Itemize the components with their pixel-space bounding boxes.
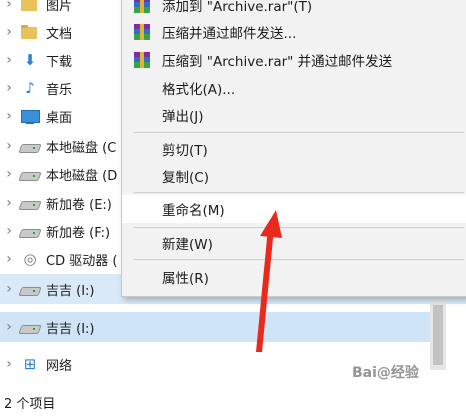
nav-item-cd-drive[interactable]: › ◎ CD 驱动器 ( — [0, 245, 117, 273]
chevron-right-icon[interactable]: › — [0, 166, 18, 182]
menu-item-label: 剪切(T) — [162, 143, 208, 159]
nav-item-label: CD 驱动器 ( — [46, 253, 118, 269]
chevron-right-icon[interactable]: › — [0, 356, 18, 372]
winrar-icon — [132, 23, 154, 41]
menu-item-new[interactable]: 新建(W) — [122, 229, 466, 257]
nav-item-label: 本地磁盘 (C — [46, 140, 117, 156]
nav-item-label: 新加卷 (F:) — [46, 225, 111, 241]
usb-drive-icon — [20, 281, 40, 297]
context-menu: 添加到 "Archive.rar"(T) 压缩并通过邮件发送... 压缩到 "A… — [121, 0, 466, 297]
chevron-right-icon[interactable]: › — [0, 223, 18, 239]
local-disk-icon — [20, 166, 40, 182]
documents-folder-icon — [20, 24, 40, 40]
menu-item-label: 压缩到 "Archive.rar" 并通过邮件发送 — [162, 54, 393, 70]
nav-item-label: 网络 — [46, 358, 73, 374]
cd-drive-icon: ◎ — [23, 250, 37, 268]
menu-item-label: 属性(R) — [162, 271, 209, 287]
drive-icon — [20, 223, 40, 239]
chevron-right-icon[interactable]: › — [0, 80, 18, 96]
nav-item-volume-f[interactable]: › 新加卷 (F:) — [0, 217, 110, 245]
winrar-icon — [132, 51, 154, 69]
network-icon: ⊞ — [23, 355, 37, 373]
chevron-right-icon[interactable]: › — [0, 52, 18, 68]
nav-item-usb-i-lower[interactable]: › 吉吉 (I:) — [0, 313, 95, 341]
menu-item-properties[interactable]: 属性(R) — [122, 263, 466, 291]
menu-separator — [134, 227, 464, 228]
nav-item-desktop[interactable]: › 桌面 — [0, 102, 72, 130]
menu-item-label: 弹出(J) — [162, 109, 204, 125]
nav-item-volume-e[interactable]: › 新加卷 (E:) — [0, 189, 112, 217]
scrollbar-thumb[interactable] — [433, 305, 443, 365]
nav-item-documents[interactable]: › 文档 — [0, 18, 72, 46]
menu-item-label: 复制(C) — [162, 170, 209, 186]
menu-separator — [134, 259, 464, 260]
chevron-right-icon[interactable]: › — [0, 108, 18, 124]
chevron-right-icon[interactable]: › — [0, 251, 18, 267]
chevron-right-icon[interactable]: › — [0, 281, 18, 297]
usb-drive-icon — [20, 319, 40, 335]
menu-item-compress-and-email[interactable]: 压缩并通过邮件发送... — [122, 18, 466, 46]
nav-item-pictures[interactable]: › 图片 — [0, 0, 72, 18]
nav-item-local-disk-d[interactable]: › 本地磁盘 (D — [0, 160, 117, 188]
drive-icon — [20, 195, 40, 211]
nav-item-label: 吉吉 (I:) — [46, 321, 95, 337]
menu-item-rename[interactable]: 重命名(M) — [122, 195, 466, 223]
chevron-right-icon[interactable]: › — [0, 195, 18, 211]
menu-separator — [134, 192, 464, 193]
nav-item-label: 本地磁盘 (D — [46, 168, 118, 184]
nav-item-label: 下载 — [46, 54, 73, 70]
pictures-folder-icon — [20, 0, 40, 12]
chevron-right-icon[interactable]: › — [0, 0, 18, 12]
nav-item-usb-i[interactable]: › 吉吉 (I:) — [0, 275, 95, 303]
nav-item-label: 吉吉 (I:) — [46, 283, 95, 299]
local-disk-icon — [20, 138, 40, 154]
status-bar-item-count: 2 个项目 — [4, 388, 55, 416]
menu-item-eject[interactable]: 弹出(J) — [122, 101, 466, 129]
nav-item-downloads[interactable]: › ⬇ 下载 — [0, 46, 72, 74]
chevron-right-icon[interactable]: › — [0, 138, 18, 154]
chevron-right-icon[interactable]: › — [0, 319, 18, 335]
chevron-right-icon[interactable]: › — [0, 24, 18, 40]
nav-item-local-disk-c[interactable]: › 本地磁盘 (C — [0, 132, 116, 160]
menu-item-label: 格式化(A)... — [162, 82, 236, 98]
menu-item-label: 重命名(M) — [162, 203, 225, 219]
status-text: 2 个项目 — [4, 396, 56, 412]
nav-item-music[interactable]: › ♪ 音乐 — [0, 74, 72, 102]
menu-item-copy[interactable]: 复制(C) — [122, 162, 466, 190]
menu-item-label: 新建(W) — [162, 237, 213, 253]
nav-item-label: 新加卷 (E:) — [46, 197, 112, 213]
desktop-icon — [20, 108, 40, 124]
watermark: Bai@经验 — [352, 365, 419, 381]
menu-item-add-to-archive[interactable]: 添加到 "Archive.rar"(T) — [122, 0, 466, 19]
menu-item-label: 添加到 "Archive.rar"(T) — [162, 0, 313, 15]
menu-item-compress-to-archive-and-email[interactable]: 压缩到 "Archive.rar" 并通过邮件发送 — [122, 46, 466, 74]
download-arrow-icon: ⬇ — [23, 51, 37, 69]
menu-separator — [134, 132, 464, 133]
nav-item-label: 桌面 — [46, 110, 73, 126]
menu-item-format[interactable]: 格式化(A)... — [122, 74, 466, 102]
menu-item-cut[interactable]: 剪切(T) — [122, 135, 466, 163]
nav-item-label: 文档 — [46, 26, 73, 42]
menu-item-label: 压缩并通过邮件发送... — [162, 26, 297, 42]
nav-item-label: 图片 — [46, 0, 73, 14]
music-note-icon: ♪ — [25, 79, 35, 97]
nav-item-network[interactable]: › ⊞ 网络 — [0, 350, 72, 378]
nav-item-label: 音乐 — [46, 82, 73, 98]
winrar-icon — [132, 0, 154, 14]
